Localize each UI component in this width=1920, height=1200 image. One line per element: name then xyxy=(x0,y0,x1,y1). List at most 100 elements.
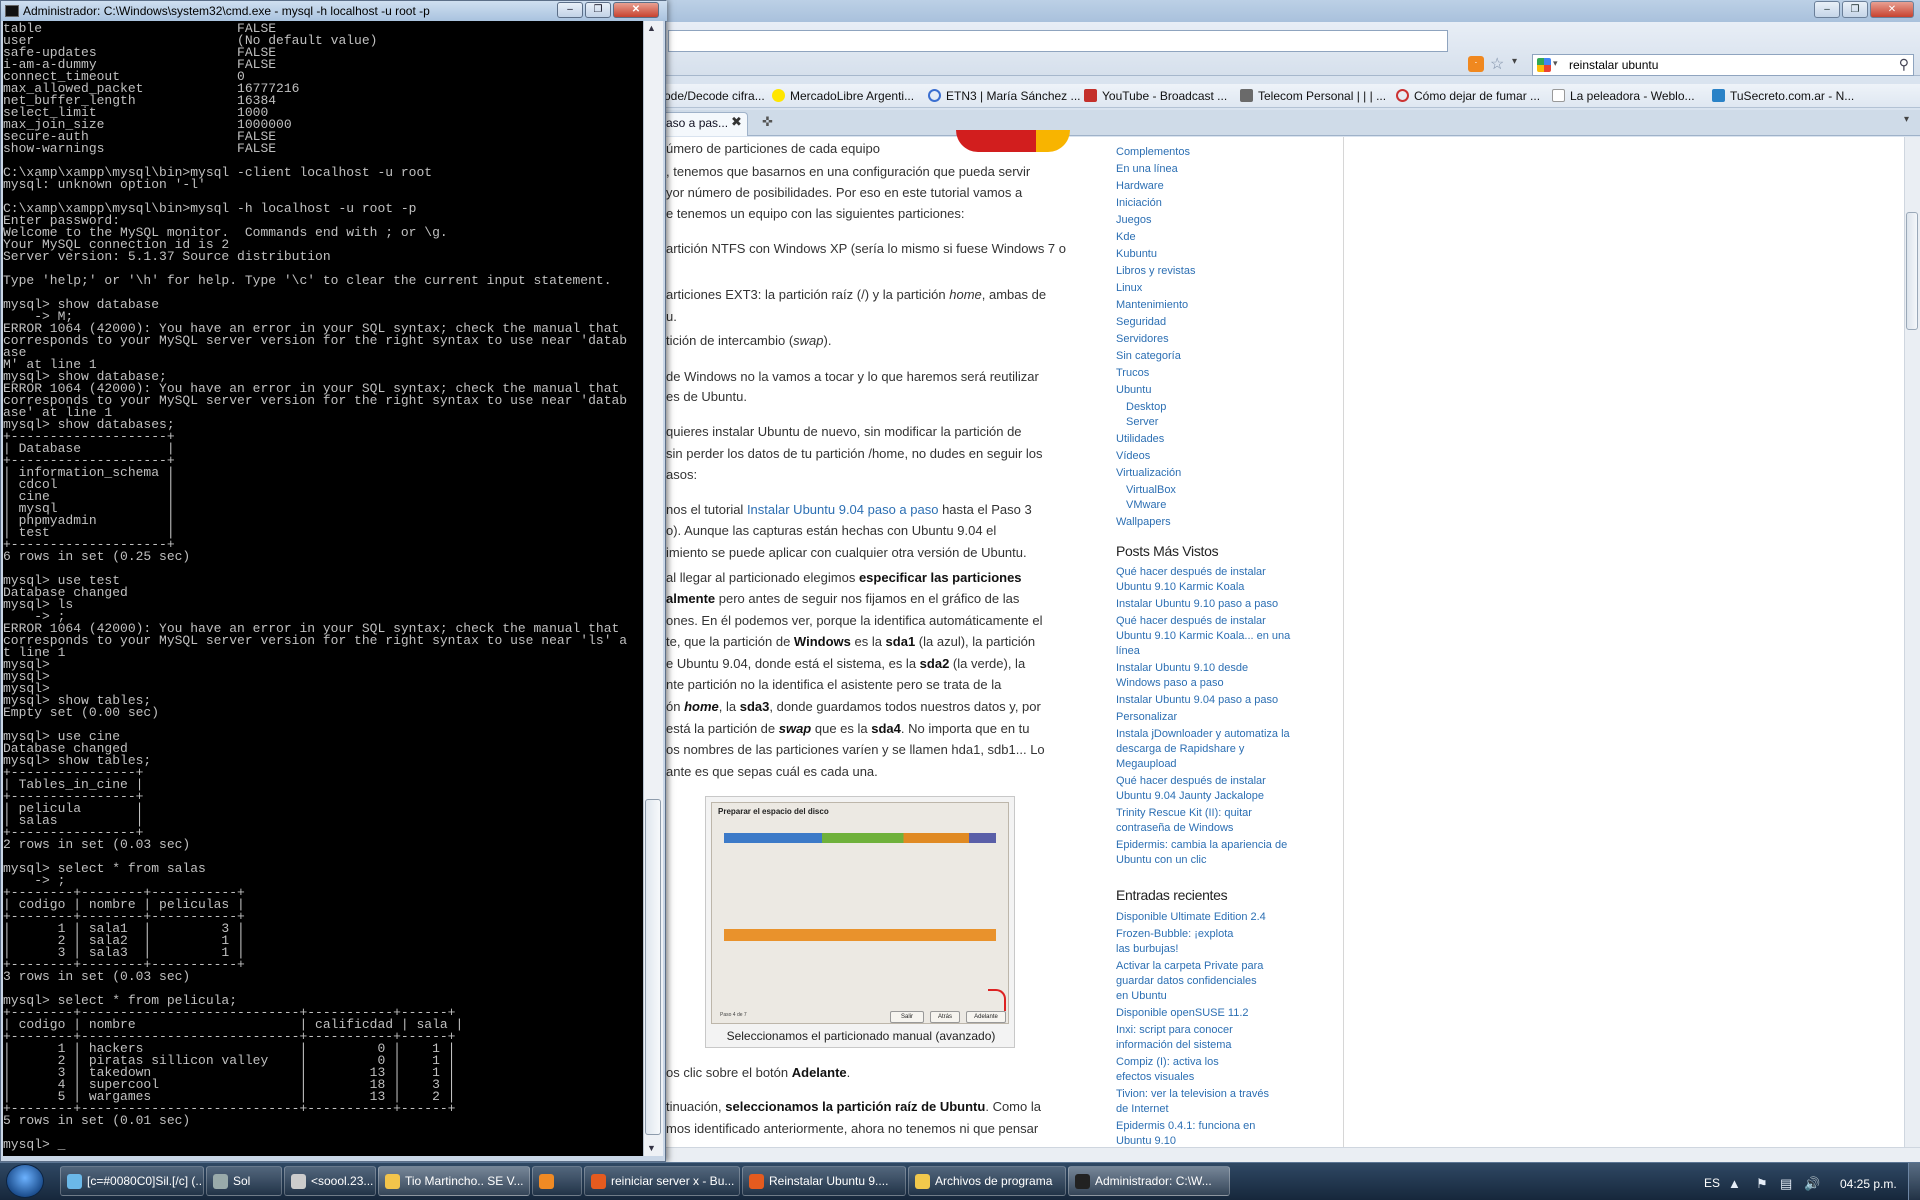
sidebar-category-link[interactable]: Juegos xyxy=(1116,213,1151,227)
browser-close-button[interactable]: ✕ xyxy=(1870,1,1914,18)
sidebar-category-link[interactable]: Virtualización xyxy=(1116,466,1181,480)
recent-post-link[interactable]: guardar datos confidenciales xyxy=(1116,974,1257,988)
sidebar-category-link[interactable]: Hardware xyxy=(1116,179,1164,193)
new-tab-icon[interactable]: ✜ xyxy=(762,114,773,130)
sidebar-category-link[interactable]: Seguridad xyxy=(1116,315,1166,329)
popular-post-link[interactable]: Qué hacer después de instalar xyxy=(1116,614,1266,628)
bookmark-star-icon[interactable]: ☆ xyxy=(1490,54,1504,74)
sidebar-category-link[interactable]: Utilidades xyxy=(1116,432,1164,446)
popular-post-link[interactable]: Trinity Rescue Kit (II): quitar xyxy=(1116,806,1252,820)
sidebar-category-link[interactable]: Ubuntu xyxy=(1116,383,1151,397)
bookmark-item[interactable]: MercadoLibre Argenti... xyxy=(772,89,914,103)
sidebar-category-link[interactable]: En una línea xyxy=(1116,162,1178,176)
recent-post-link[interactable]: Disponible Ultimate Edition 2.4 xyxy=(1116,910,1266,924)
recent-post-link[interactable]: Activar la carpeta Private para xyxy=(1116,959,1263,973)
popular-post-link[interactable]: Epidermis: cambia la apariencia de xyxy=(1116,838,1287,852)
bookmark-item[interactable]: TuSecreto.com.ar - N... xyxy=(1712,89,1854,103)
network-icon[interactable]: ▤ xyxy=(1780,1176,1792,1192)
sidebar-category-link[interactable]: Linux xyxy=(1116,281,1142,295)
popular-post-link[interactable]: Ubuntu 9.10 Karmic Koala... en una xyxy=(1116,629,1290,643)
recent-post-link[interactable]: las burbujas! xyxy=(1116,942,1178,956)
popular-post-link[interactable]: Instalar Ubuntu 9.10 desde xyxy=(1116,661,1248,675)
sidebar-category-link[interactable]: Mantenimiento xyxy=(1116,298,1188,312)
taskbar-button[interactable]: Reinstalar Ubuntu 9.... xyxy=(742,1166,906,1196)
recent-post-link[interactable]: Ubuntu 9.10 xyxy=(1116,1134,1176,1148)
sidebar-category-link[interactable]: Desktop xyxy=(1126,400,1166,414)
scroll-down-icon[interactable]: ▼ xyxy=(647,1143,656,1153)
tab-close-icon[interactable]: ✖ xyxy=(731,114,742,130)
dropdown-arrow-icon[interactable]: ▾ xyxy=(1512,56,1517,67)
cmd-close-button[interactable]: ✕ xyxy=(613,2,659,18)
popular-post-link[interactable]: línea xyxy=(1116,644,1140,658)
taskbar-button[interactable]: Archivos de programa xyxy=(908,1166,1066,1196)
recent-post-link[interactable]: Disponible openSUSE 11.2 xyxy=(1116,1006,1249,1020)
recent-post-link[interactable]: Epidermis 0.4.1: funciona en xyxy=(1116,1119,1255,1133)
tray-expand-icon[interactable]: ▲ xyxy=(1728,1176,1741,1191)
browser-minimize-button[interactable]: – xyxy=(1814,1,1840,18)
recent-post-link[interactable]: de Internet xyxy=(1116,1102,1169,1116)
recent-post-link[interactable]: Frozen-Bubble: ¡explota xyxy=(1116,927,1233,941)
sidebar-category-link[interactable]: Server xyxy=(1126,415,1158,429)
taskbar-button[interactable]: Administrador: C:\W... xyxy=(1068,1166,1230,1196)
recent-post-link[interactable]: en Ubuntu xyxy=(1116,989,1167,1003)
page-scrollbar-thumb[interactable] xyxy=(1906,212,1918,330)
popular-post-link[interactable]: Ubuntu con un clic xyxy=(1116,853,1207,867)
sidebar-category-link[interactable]: VirtualBox xyxy=(1126,483,1176,497)
sidebar-category-link[interactable]: Libros y revistas xyxy=(1116,264,1195,278)
sidebar-category-link[interactable]: Iniciación xyxy=(1116,196,1162,210)
search-icon[interactable]: ⚲ xyxy=(1899,56,1909,73)
rss-icon[interactable]: ⋅ xyxy=(1468,56,1484,72)
bookmark-item[interactable]: YouTube - Broadcast ... xyxy=(1084,89,1227,103)
popular-post-link[interactable]: contraseña de Windows xyxy=(1116,821,1233,835)
popular-post-link[interactable]: descarga de Rapidshare y xyxy=(1116,742,1244,756)
article-link[interactable]: Instalar Ubuntu 9.04 paso a paso xyxy=(747,502,939,517)
recent-post-link[interactable]: información del sistema xyxy=(1116,1038,1232,1052)
sidebar-category-link[interactable]: Complementos xyxy=(1116,145,1190,159)
address-bar[interactable] xyxy=(668,30,1448,52)
tab-list-icon[interactable]: ▾ xyxy=(1904,114,1909,125)
popular-post-link[interactable]: Megaupload xyxy=(1116,757,1177,771)
sidebar-category-link[interactable]: Sin categoría xyxy=(1116,349,1181,363)
cmd-scrollbar-thumb[interactable] xyxy=(645,799,661,1135)
popular-post-link[interactable]: Qué hacer después de instalar xyxy=(1116,565,1266,579)
page-horizontal-scrollbar[interactable] xyxy=(660,1147,1920,1163)
popular-post-link[interactable]: Personalizar xyxy=(1116,710,1177,724)
cmd-maximize-button[interactable]: ❐ xyxy=(585,2,611,18)
console-area[interactable]: table FALSE user (No default value) safe… xyxy=(3,21,643,1156)
bookmark-item[interactable]: Cómo dejar de fumar ... xyxy=(1396,89,1540,103)
popular-post-link[interactable]: Instalar Ubuntu 9.10 paso a paso xyxy=(1116,597,1278,611)
taskbar-button[interactable]: <soool.23... xyxy=(284,1166,376,1196)
taskbar-button[interactable]: Tio Martincho.. SE V... xyxy=(378,1166,530,1196)
cmd-minimize-button[interactable]: – xyxy=(557,2,583,18)
taskbar-button[interactable]: reiniciar server x - Bu... xyxy=(584,1166,740,1196)
sidebar-category-link[interactable]: Kde xyxy=(1116,230,1136,244)
bookmark-item[interactable]: La peleadora - Weblo... xyxy=(1552,89,1695,103)
popular-post-link[interactable]: Ubuntu 9.10 Karmic Koala xyxy=(1116,580,1244,594)
taskbar-button[interactable] xyxy=(532,1166,582,1196)
show-desktop-button[interactable] xyxy=(1908,1163,1920,1200)
bookmark-item[interactable]: ETN3 | María Sánchez ... xyxy=(928,89,1081,103)
recent-post-link[interactable]: Compiz (I): activa los xyxy=(1116,1055,1219,1069)
recent-post-link[interactable]: Tivion: ver la television a través xyxy=(1116,1087,1269,1101)
google-icon[interactable] xyxy=(1537,58,1551,72)
clock[interactable]: 04:25 p.m. xyxy=(1840,1177,1897,1191)
sidebar-category-link[interactable]: Servidores xyxy=(1116,332,1169,346)
taskbar-button[interactable]: Sol xyxy=(206,1166,282,1196)
sidebar-category-link[interactable]: VMware xyxy=(1126,498,1166,512)
search-engine-dropdown-icon[interactable]: ▾ xyxy=(1553,58,1558,69)
start-button[interactable] xyxy=(6,1164,44,1198)
popular-post-link[interactable]: Ubuntu 9.04 Jaunty Jackalope xyxy=(1116,789,1264,803)
recent-post-link[interactable]: Inxi: script para conocer xyxy=(1116,1023,1233,1037)
volume-icon[interactable]: 🔊 xyxy=(1804,1176,1820,1192)
bookmark-item[interactable]: ode/Decode cifra... xyxy=(664,89,765,103)
popular-post-link[interactable]: Windows paso a paso xyxy=(1116,676,1224,690)
browser-maximize-button[interactable]: ❐ xyxy=(1842,1,1868,18)
sidebar-category-link[interactable]: Kubuntu xyxy=(1116,247,1157,261)
bookmark-item[interactable]: Telecom Personal | | | ... xyxy=(1240,89,1386,103)
sidebar-category-link[interactable]: Vídeos xyxy=(1116,449,1150,463)
popular-post-link[interactable]: Instalar Ubuntu 9.04 paso a paso xyxy=(1116,693,1278,707)
sidebar-category-link[interactable]: Trucos xyxy=(1116,366,1149,380)
flag-icon[interactable]: ⚑ xyxy=(1756,1176,1768,1192)
sidebar-category-link[interactable]: Wallpapers xyxy=(1116,515,1171,529)
search-input[interactable]: ▾ reinstalar ubuntu ⚲ xyxy=(1532,54,1914,76)
